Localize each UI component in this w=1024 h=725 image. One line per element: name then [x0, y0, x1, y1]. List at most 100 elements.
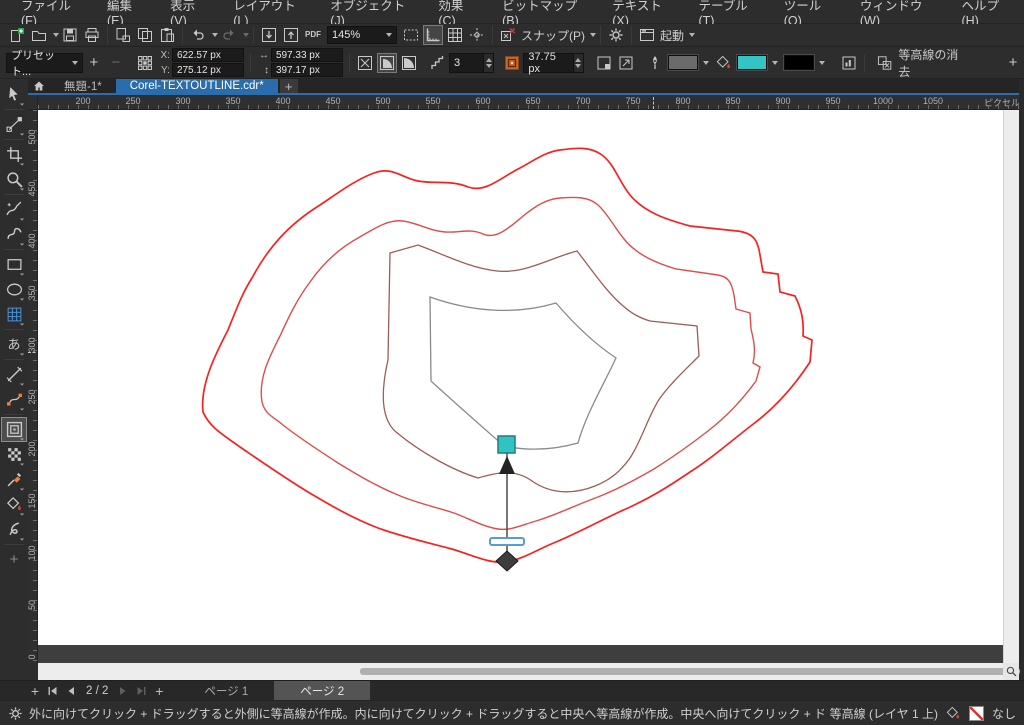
contour-offset-icon	[502, 53, 522, 73]
clear-contour-button[interactable]: 等高線の消去	[870, 48, 974, 79]
options-gear-button[interactable]	[606, 25, 626, 45]
text-tool-icon[interactable]: あ	[1, 332, 27, 357]
contour-end-handle[interactable]	[495, 550, 519, 572]
fill-color-picker[interactable]	[736, 54, 780, 71]
contour-start-handle[interactable]	[497, 435, 516, 454]
horizontal-ruler[interactable]: 200 250 300 350 400 450 500 550 600 650 700 750 800 8…	[38, 95, 1024, 110]
contour-steps-input[interactable]: 3	[448, 52, 484, 73]
cut-button[interactable]	[113, 25, 133, 45]
outline-color-swatch[interactable]	[667, 54, 700, 71]
status-hint-text: 外に向けてクリック + ドラッグすると外側に等高線が作成。内に向けてクリック +…	[29, 706, 824, 721]
vertical-ruler[interactable]: 500 450 400 350 300 250 200 150 100 50 0	[28, 110, 38, 663]
connector-tool-icon[interactable]	[1, 387, 27, 412]
ruler-corner[interactable]	[28, 95, 38, 110]
source-object-outline[interactable]	[429, 296, 617, 450]
publish-pdf-button[interactable]: PDF	[303, 25, 323, 45]
page-tab[interactable]: ページ 2	[274, 681, 371, 700]
end-color-picker[interactable]	[783, 54, 827, 71]
end-color-swatch[interactable]	[783, 54, 816, 71]
redo-dropdown-arrow[interactable]	[243, 33, 249, 37]
previous-page-button[interactable]	[62, 681, 80, 700]
inside-contour-button[interactable]	[376, 52, 397, 73]
shape-tool-icon[interactable]	[1, 112, 27, 137]
navigator-zoom-button[interactable]	[1003, 663, 1019, 680]
contour-steps-spinner[interactable]	[483, 52, 495, 73]
contour-acceleration-slider[interactable]	[489, 537, 525, 546]
last-page-button[interactable]	[132, 681, 150, 700]
show-rulers-button[interactable]	[423, 25, 443, 45]
preset-combo[interactable]: プリセット...	[6, 50, 83, 78]
paste-button[interactable]	[157, 25, 177, 45]
print-button[interactable]	[82, 25, 102, 45]
first-page-button[interactable]	[44, 681, 62, 700]
outside-contour-button[interactable]	[399, 53, 419, 73]
import-button[interactable]	[259, 25, 279, 45]
contour-offset-spinner[interactable]	[573, 52, 585, 73]
copy-button[interactable]	[135, 25, 155, 45]
remove-preset-button[interactable]: −	[106, 53, 126, 73]
dimension-tool-icon[interactable]	[1, 362, 27, 387]
launch-icon[interactable]	[637, 25, 657, 45]
new-document-button[interactable]	[7, 25, 27, 45]
freehand-tool-icon[interactable]	[1, 197, 27, 222]
x-position-input[interactable]: 622.57 px	[171, 48, 244, 62]
rectangle-tool-icon[interactable]	[1, 252, 27, 277]
show-grid-button[interactable]	[445, 25, 465, 45]
status-gear-icon[interactable]	[8, 706, 23, 721]
pick-tool-icon[interactable]	[1, 82, 27, 107]
undo-button[interactable]	[188, 25, 208, 45]
open-button[interactable]	[29, 25, 49, 45]
snap-off-icon[interactable]	[498, 25, 518, 45]
export-button[interactable]	[281, 25, 301, 45]
y-position-input[interactable]: 275.12 px	[171, 63, 244, 77]
fullscreen-preview-button[interactable]	[401, 25, 421, 45]
contour-acceleration-button[interactable]	[616, 53, 636, 73]
outline-color-picker[interactable]	[667, 54, 711, 71]
open-dropdown-arrow[interactable]	[53, 33, 59, 37]
new-document-tab-button[interactable]: +	[279, 79, 298, 94]
to-center-contour-button[interactable]	[355, 53, 375, 73]
propbar-add-button[interactable]: +	[1003, 53, 1023, 73]
polygon-tool-icon[interactable]	[1, 302, 27, 327]
crop-tool-icon[interactable]	[1, 142, 27, 167]
add-preset-button[interactable]: +	[84, 53, 104, 73]
object-width-input[interactable]: 597.33 px	[270, 48, 343, 62]
redo-button[interactable]	[219, 25, 239, 45]
horizontal-scrollbar-thumb[interactable]	[360, 668, 1020, 675]
ellipse-tool-icon[interactable]	[1, 277, 27, 302]
document-tab[interactable]: 無題-1*	[50, 79, 116, 93]
add-page-button-right[interactable]: +	[150, 681, 168, 700]
transparency-tool-icon[interactable]	[1, 442, 27, 467]
home-icon[interactable]	[28, 79, 50, 93]
zoom-tool-icon[interactable]	[1, 167, 27, 192]
artistic-media-tool-icon[interactable]	[1, 222, 27, 247]
undo-dropdown-arrow[interactable]	[212, 33, 218, 37]
contour-line-middle[interactable]	[260, 196, 761, 531]
zoom-level-combo[interactable]: 145%	[327, 26, 397, 44]
interactive-fill-tool-icon[interactable]	[1, 492, 27, 517]
next-page-button[interactable]	[114, 681, 132, 700]
launch-dropdown-arrow[interactable]	[689, 33, 696, 37]
object-properties-button[interactable]	[839, 53, 859, 73]
launch-label[interactable]: 起動	[660, 27, 684, 44]
add-tool-button[interactable]: +	[1, 547, 27, 572]
contour-offset-input[interactable]: 37.75 px	[523, 51, 574, 75]
contour-handle[interactable]	[489, 435, 525, 572]
snap-dropdown-arrow[interactable]	[590, 33, 596, 37]
vertical-scrollbar[interactable]	[1003, 110, 1019, 663]
contour-tool-icon[interactable]	[1, 417, 27, 442]
fill-color-swatch[interactable]	[736, 54, 769, 71]
object-height-input[interactable]: 397.17 px	[270, 63, 343, 77]
drawing-canvas[interactable]	[38, 110, 1003, 663]
toolbar-separator	[492, 26, 493, 44]
save-button[interactable]	[60, 25, 80, 45]
add-page-button[interactable]: +	[26, 681, 44, 700]
eyedropper-tool-icon[interactable]	[1, 467, 27, 492]
smart-fill-tool-icon[interactable]	[1, 517, 27, 542]
contour-corners-button[interactable]	[594, 53, 614, 73]
snap-label[interactable]: スナップ(P)	[521, 27, 585, 44]
document-tab[interactable]: Corel-TEXTOUTLINE.cdr*	[115, 79, 278, 93]
horizontal-scrollbar[interactable]	[38, 663, 1020, 680]
page-tab[interactable]: ページ 1	[178, 681, 274, 700]
show-guidelines-button[interactable]	[467, 25, 487, 45]
